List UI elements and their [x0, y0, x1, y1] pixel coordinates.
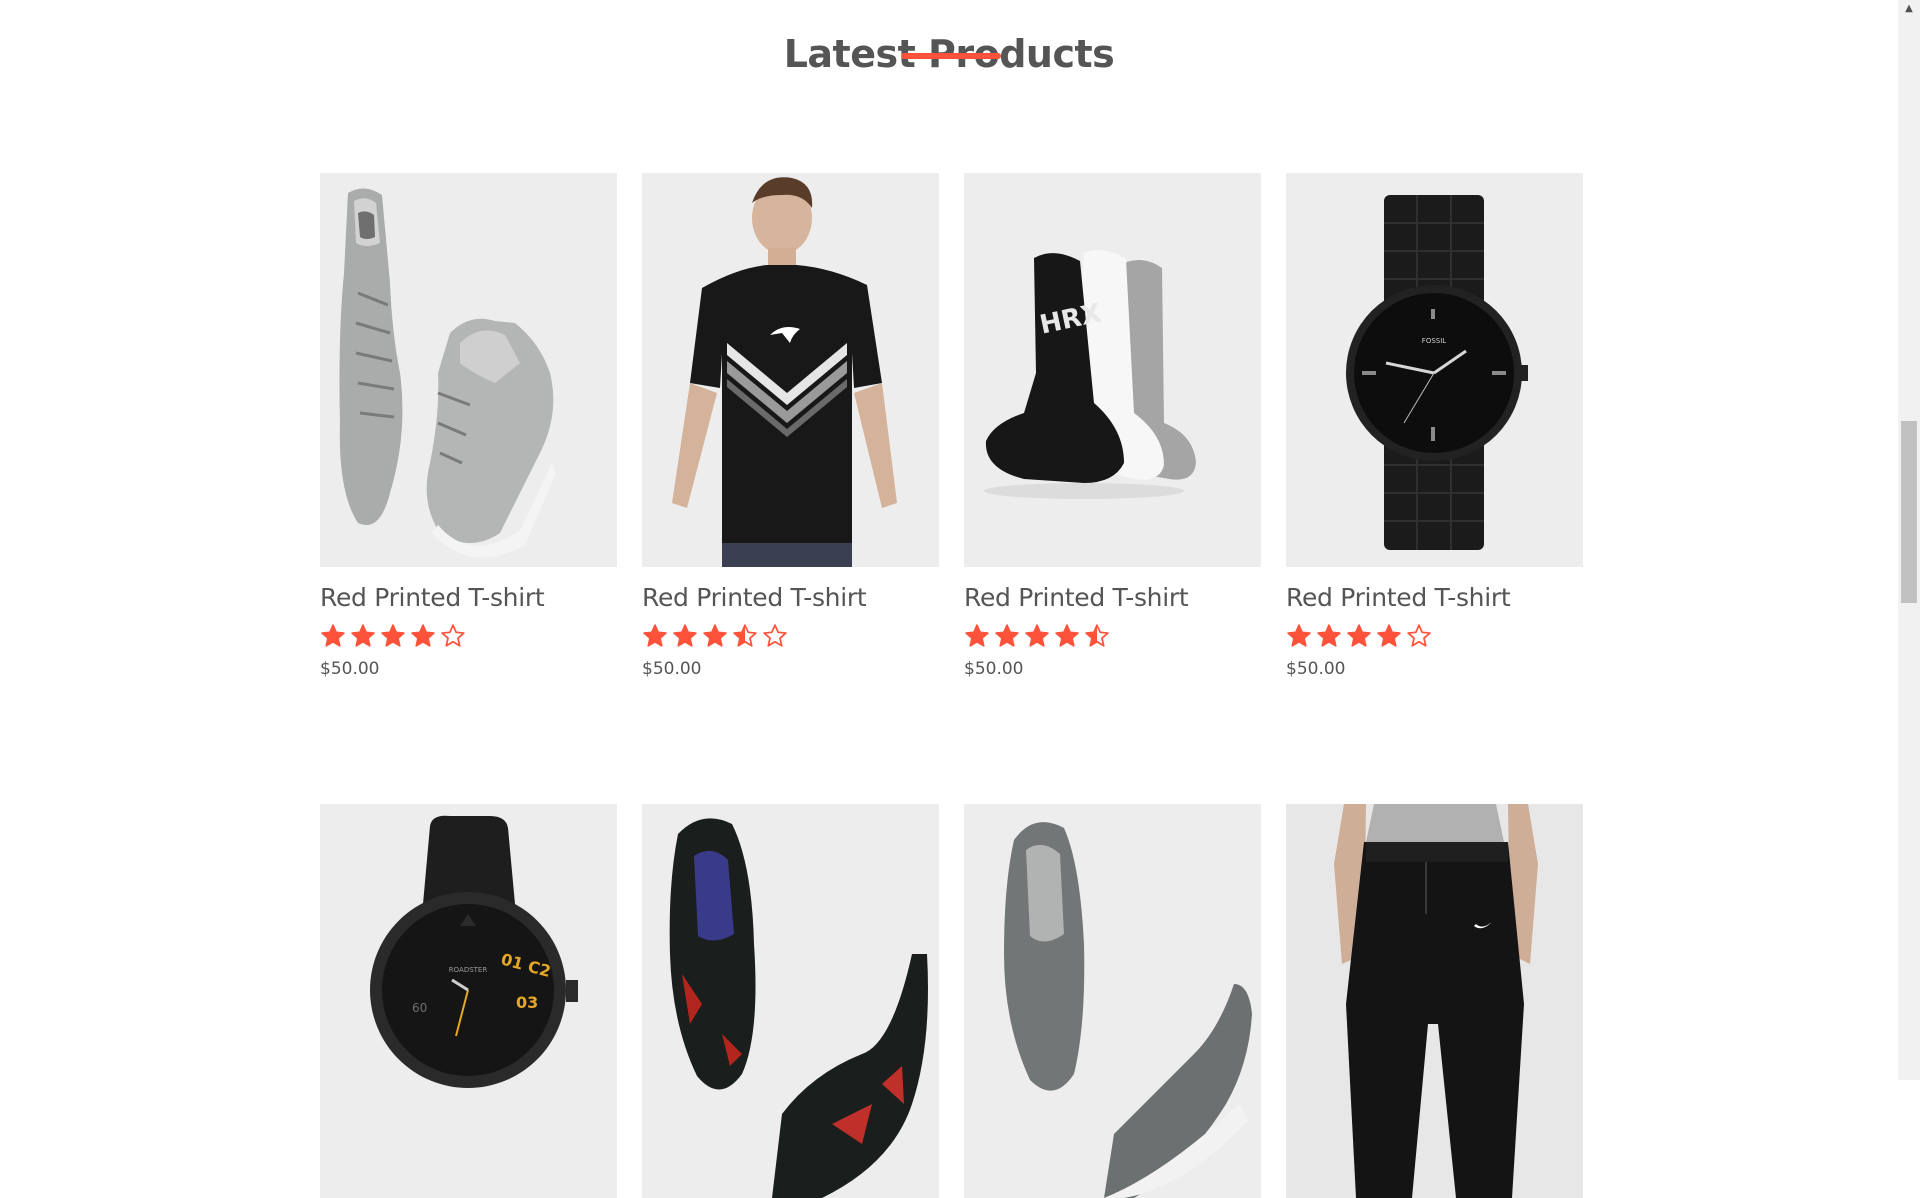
product-rating: [320, 623, 617, 651]
svg-text:ROADSTER: ROADSTER: [449, 966, 488, 974]
product-card[interactable]: [964, 804, 1261, 1198]
star-filled-icon: [1347, 624, 1371, 647]
product-rating: [642, 623, 939, 651]
product-card[interactable]: FOSSIL Red Printed T-shirt $50.00: [1286, 173, 1583, 679]
product-card[interactable]: [642, 804, 939, 1198]
product-title[interactable]: Red Printed T-shirt: [1286, 583, 1583, 613]
star-filled-icon: [1025, 624, 1049, 647]
star-half-icon: [1085, 624, 1109, 647]
product-card[interactable]: Red Printed T-shirt $50.00: [320, 173, 617, 679]
product-image-hrx-socks[interactable]: HRX: [964, 173, 1261, 567]
title-underline: [901, 53, 1001, 59]
star-empty-icon: [1407, 624, 1431, 647]
product-price: $50.00: [964, 659, 1024, 679]
product-image-black-red-running-shoes[interactable]: [642, 804, 939, 1198]
star-filled-icon: [1055, 624, 1079, 647]
star-half-icon: [733, 624, 757, 647]
star-filled-icon: [703, 624, 727, 647]
star-filled-icon: [965, 624, 989, 647]
star-filled-icon: [1317, 624, 1341, 647]
product-image-grey-slip-on-shoes[interactable]: [964, 804, 1261, 1198]
star-filled-icon: [995, 624, 1019, 647]
star-filled-icon: [1287, 624, 1311, 647]
product-card[interactable]: Red Printed T-shirt $50.00: [642, 173, 939, 679]
product-price: $50.00: [1286, 659, 1346, 679]
product-row-1: Red Printed T-shirt $50.00 Red Printed T…: [320, 173, 1583, 679]
star-filled-icon: [643, 624, 667, 647]
arrow-up-icon[interactable]: ▲: [1898, 0, 1920, 17]
product-title[interactable]: Red Printed T-shirt: [964, 583, 1261, 613]
product-card[interactable]: 01 C2 03 60 ROADSTER: [320, 804, 617, 1198]
product-image-roadster-analog-watch[interactable]: 01 C2 03 60 ROADSTER: [320, 804, 617, 1198]
latest-products-page: Latest Products Red Printed T-shirt $50.…: [0, 0, 1898, 1198]
svg-text:60: 60: [412, 1001, 427, 1015]
star-empty-icon: [763, 624, 787, 647]
product-price: $50.00: [642, 659, 702, 679]
product-row-2: 01 C2 03 60 ROADSTER: [320, 804, 1583, 1198]
vertical-scrollbar[interactable]: ▲: [1898, 0, 1920, 1080]
product-image-black-jogger-pants[interactable]: [1286, 804, 1583, 1198]
product-card[interactable]: [1286, 804, 1583, 1198]
svg-text:03: 03: [516, 993, 538, 1012]
svg-text:FOSSIL: FOSSIL: [1422, 337, 1446, 345]
star-filled-icon: [381, 624, 405, 647]
star-empty-icon: [441, 624, 465, 647]
star-filled-icon: [1377, 624, 1401, 647]
product-title[interactable]: Red Printed T-shirt: [320, 583, 617, 613]
product-rating: [964, 623, 1261, 651]
product-grid: Red Printed T-shirt $50.00 Red Printed T…: [320, 173, 1583, 1198]
star-filled-icon: [411, 624, 435, 647]
product-card[interactable]: HRX Red Printed T-shirt $50.00: [964, 173, 1261, 679]
scrollbar-thumb[interactable]: [1901, 421, 1917, 603]
product-image-high-top-sneakers[interactable]: [320, 173, 617, 567]
product-rating: [1286, 623, 1583, 651]
product-title[interactable]: Red Printed T-shirt: [642, 583, 939, 613]
product-image-fossil-black-watch[interactable]: FOSSIL: [1286, 173, 1583, 567]
star-filled-icon: [673, 624, 697, 647]
star-filled-icon: [351, 624, 375, 647]
product-price: $50.00: [320, 659, 380, 679]
star-filled-icon: [321, 624, 345, 647]
product-image-puma-black-tshirt[interactable]: [642, 173, 939, 567]
